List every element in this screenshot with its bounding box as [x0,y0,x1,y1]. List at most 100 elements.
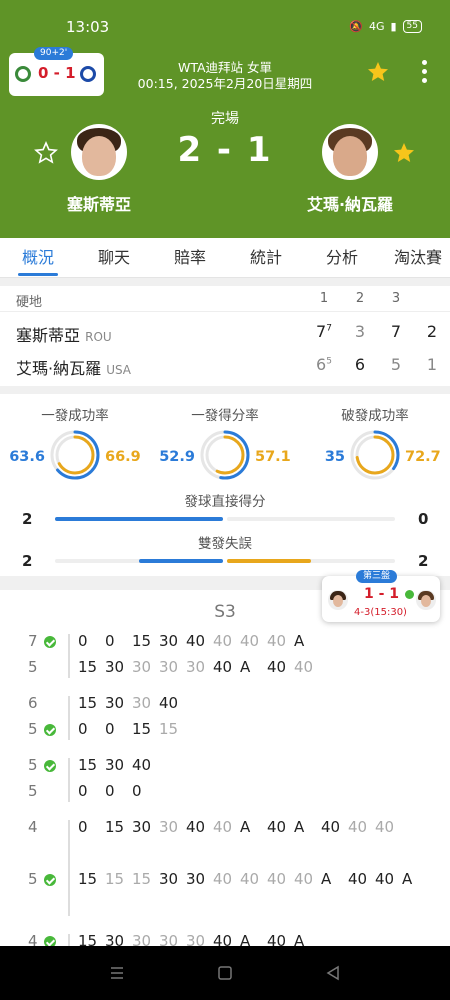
game-row: 6 15 30 30 40 5 0 0 15 15 [0,694,450,746]
stat-left-value: 63.6 [9,449,45,465]
point-score: 30 [105,756,125,774]
point-score: A [402,870,413,888]
favorite-match-star-icon[interactable] [366,60,390,84]
point-score: 15 [105,818,125,836]
point-score: 30 [186,658,206,676]
game-won-check-icon [44,874,56,886]
sets-total: 1 [426,355,438,374]
court-surface: 硬地 [16,295,43,310]
point-score: 40 [294,870,314,888]
point-sequence: 15 30 40 [78,756,438,774]
point-score: 40 [375,870,395,888]
bar-stat-title: 雙發失誤 [198,536,252,552]
more-menu-icon[interactable] [422,60,428,87]
bar-stat-right: 2 [418,552,429,570]
tab-bar: 概況 聊天 賠率 統計 分析 淘汰賽 [0,238,450,278]
tab-0[interactable]: 概況 [0,238,76,277]
point-score: 15 [132,720,152,738]
point-score: 15 [78,932,98,946]
player2-favorite-star-icon[interactable] [392,141,416,165]
player1-avatar[interactable] [71,124,127,180]
status-time: 13:03 [66,18,110,36]
game-count: 5 [28,720,38,738]
point-score: 0 [78,782,88,800]
game-count: 5 [28,756,38,774]
point-score: 40 [159,694,179,712]
point-score: 40 [267,818,287,836]
point-score: 15 [78,658,98,676]
tab-4[interactable]: 分析 [304,238,380,277]
point-score: 0 [78,720,88,738]
player2-avatar[interactable] [322,124,378,180]
set3-score: 5 [390,355,402,374]
back-icon[interactable] [325,965,341,981]
player-name: 艾瑪·納瓦羅 USA [16,359,132,378]
point-score: 15 [132,870,152,888]
point-score: 30 [186,870,206,888]
point-score: 0 [78,632,88,650]
game-row: 4 0 15 30 30 40 40 A 40 A 40 40 40 5 15 15 15 30 30 40 40 40 4… [0,818,450,922]
point-score: 15 [132,632,152,650]
game-count: 4 [28,818,38,836]
set-header: 1 [319,291,329,306]
tab-3[interactable]: 統計 [228,238,304,277]
point-score: 30 [105,694,125,712]
player2-mini-avatar [416,590,436,610]
game-divider [68,934,70,946]
point-sequence: 0 15 30 30 40 40 A 40 A 40 40 40 [78,818,438,836]
game-won-check-icon [44,936,56,946]
nationality: USA [106,363,132,377]
point-score: 0 [132,782,142,800]
point-score: 30 [159,870,179,888]
set-row-player2: 艾瑪·納瓦羅 USA 65 6 5 1 [0,351,450,381]
point-score: 0 [105,782,115,800]
point-score: 40 [267,870,287,888]
point-score: 40 [186,632,206,650]
tab-1[interactable]: 聊天 [76,238,152,277]
bar-fill-player1 [55,517,223,521]
current-game-score: 4-3(15:30) [354,607,407,618]
set-header: 2 [355,291,365,306]
stat-right-value: 72.7 [405,449,441,465]
current-game-card[interactable]: 第三盤 1 - 1 4-3(15:30) [322,570,440,622]
point-score: 40 [213,932,233,946]
point-score: 40 [267,658,287,676]
point-score: 15 [105,870,125,888]
point-score: 30 [132,932,152,946]
player1-name[interactable]: 塞斯蒂亞 [29,191,169,215]
game-count: 4 [28,932,38,946]
bar-stat-left: 2 [22,552,33,570]
match-status: 完場 [211,111,239,127]
stat-right-value: 57.1 [255,449,291,465]
game-count: 5 [28,870,38,888]
point-score: 40 [267,632,287,650]
player2-name[interactable]: 艾瑪·納瓦羅 [280,191,420,215]
set1-score: 65 [316,355,332,374]
home-icon[interactable] [217,965,233,981]
set-table-header: 硬地 1 2 3 [0,286,450,312]
point-score: A [294,818,305,836]
point-score: 0 [78,818,88,836]
current-set-label: 第三盤 [356,570,398,583]
match-stats-panel: 一發成功率 63.6 66.9 一發得分率 52.9 57.1 破發成功率 35 72.7 發球直… [0,394,450,576]
point-score: 30 [105,658,125,676]
game-divider [68,758,70,802]
point-score: 30 [132,694,152,712]
point-score: 40 [213,658,233,676]
menu-icon[interactable] [109,965,125,981]
point-score: 40 [267,932,287,946]
point-score: 30 [159,658,179,676]
match-header: 13:03 🔕 4G ▮ 55 90+2' 0 - 1 WTA迪拜站 女單 00… [0,0,450,238]
bar-stat-left: 2 [22,510,33,528]
point-score: 40 [213,818,233,836]
stat-donut-chart [350,430,400,480]
tab-2[interactable]: 賠率 [152,238,228,277]
tab-5[interactable]: 淘汰賽 [380,238,450,277]
game-row: 7 0 0 15 30 40 40 40 40 A 5 15 30 30 30 30 40 A 40 40 [0,632,450,684]
game-row: 4153030303040A40A40015304040404040 [0,932,450,946]
stat-donut-chart [200,430,250,480]
stat-left-value: 52.9 [159,449,195,465]
point-score: 40 [240,632,260,650]
stat-title: 破發成功率 [341,408,409,424]
player1-favorite-star-icon[interactable] [34,141,58,165]
